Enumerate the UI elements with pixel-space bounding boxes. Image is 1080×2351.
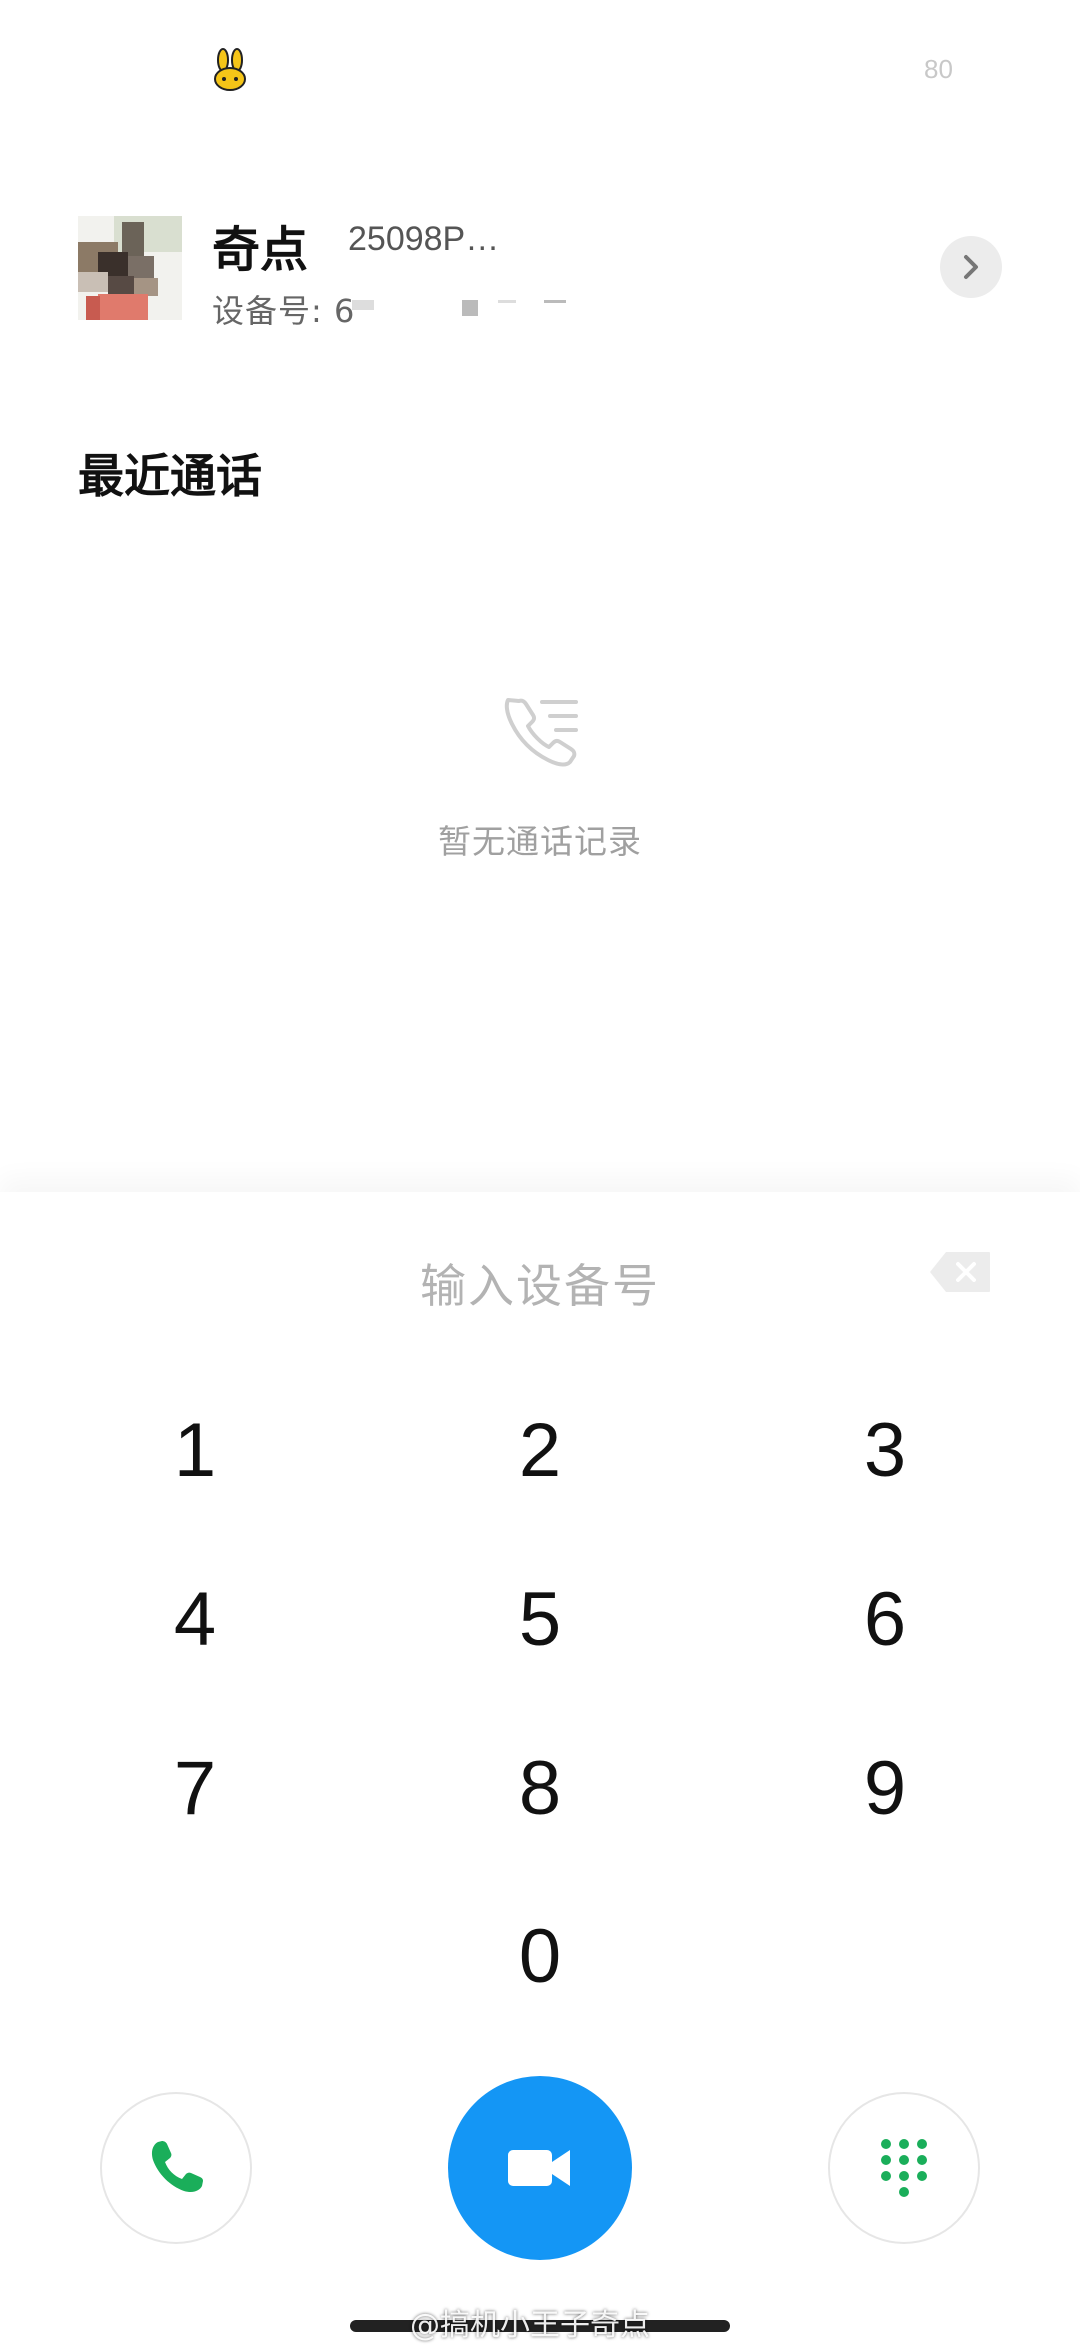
device-number-redaction: [352, 300, 374, 310]
avatar: [78, 216, 182, 320]
key-0[interactable]: 0: [415, 1886, 665, 2026]
key-9[interactable]: 9: [760, 1718, 1010, 1858]
empty-state-text: 暂无通话记录: [438, 822, 642, 861]
key-3[interactable]: 3: [760, 1380, 1010, 1520]
device-number: 设备号: 6: [212, 292, 356, 330]
dialpad-icon: [881, 2139, 927, 2197]
device-number-input[interactable]: 输入设备号: [0, 1250, 1080, 1316]
battery-level: 80: [924, 54, 953, 84]
backspace-icon[interactable]: [928, 1250, 992, 1294]
call-log-icon: [504, 698, 578, 767]
profile-name: 奇点: [212, 222, 309, 278]
profile-detail-button[interactable]: [940, 236, 1002, 298]
status-bar: 80: [0, 0, 1080, 140]
device-number-redaction: [462, 300, 478, 316]
bunny-mascot-icon: [214, 48, 246, 91]
recent-calls-title: 最近通话: [78, 449, 262, 503]
key-8[interactable]: 8: [415, 1718, 665, 1858]
voice-call-button[interactable]: [100, 2092, 252, 2244]
chevron-right-icon: [964, 255, 978, 279]
device-number-redaction: [544, 300, 566, 303]
key-2[interactable]: 2: [415, 1380, 665, 1520]
video-call-button[interactable]: [448, 2076, 632, 2260]
profile-card[interactable]: 奇点 25098P… 设备号: 6: [0, 196, 1080, 346]
key-6[interactable]: 6: [760, 1549, 1010, 1689]
key-7[interactable]: 7: [70, 1718, 320, 1858]
dialpad-toggle-button[interactable]: [828, 2092, 980, 2244]
device-number-redaction: [498, 300, 516, 303]
device-model: 25098P…: [348, 220, 500, 258]
key-1[interactable]: 1: [70, 1380, 320, 1520]
video-camera-icon: [508, 2150, 570, 2186]
weibo-watermark: @搞机小王子奇点: [410, 2308, 650, 2343]
key-4[interactable]: 4: [70, 1549, 320, 1689]
phone-icon: [151, 2141, 203, 2193]
key-5[interactable]: 5: [415, 1549, 665, 1689]
